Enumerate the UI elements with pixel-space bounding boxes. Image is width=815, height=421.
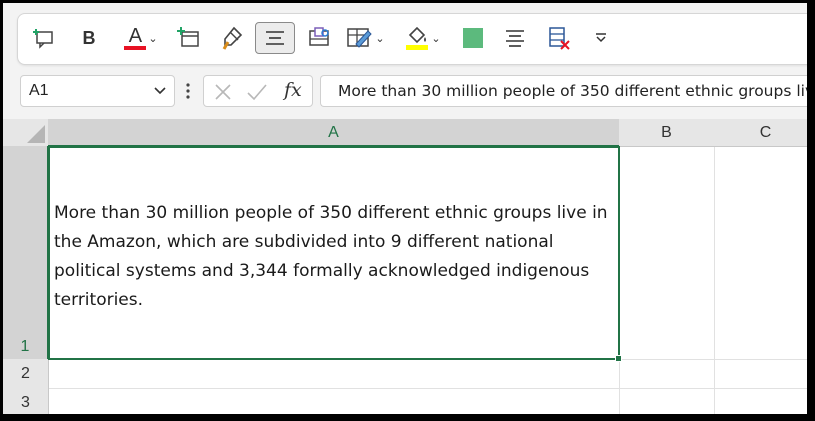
formula-buttons: fx [203, 75, 313, 107]
align-center-icon [266, 31, 284, 45]
insert-comment-icon[interactable] [30, 22, 60, 54]
column-header-c[interactable]: C [714, 119, 807, 147]
more-vertical-icon[interactable] [183, 78, 193, 104]
column-header-b[interactable]: B [619, 119, 715, 147]
font-color-icon: A [124, 26, 147, 50]
ribbon-toolbar: B A ⌄ ⌄ ⌄ [17, 13, 807, 65]
format-table-icon [347, 28, 373, 48]
chevron-down-icon[interactable]: ⌄ [148, 32, 157, 45]
cell-a1[interactable]: More than 30 million people of 350 diffe… [48, 146, 620, 360]
fill-color-button[interactable]: ⌄ [399, 22, 447, 54]
cell-a1-text: More than 30 million people of 350 diffe… [54, 203, 608, 310]
insert-function-icon[interactable]: fx [284, 79, 302, 101]
row-header-1[interactable]: 1 [3, 146, 49, 360]
gridline [49, 388, 807, 389]
excel-window: B A ⌄ ⌄ ⌄ A1 fx More than 30 million peo… [0, 0, 815, 421]
row-header-2[interactable]: 2 [3, 359, 49, 389]
clear-format-icon[interactable] [543, 22, 575, 54]
chevron-down-icon[interactable]: ⌄ [375, 32, 384, 45]
fill-handle[interactable] [615, 355, 622, 362]
format-painter-icon[interactable] [216, 22, 248, 54]
row-header-3[interactable]: 3 [3, 388, 49, 414]
cancel-icon[interactable] [214, 83, 232, 106]
worksheet-grid: A B C 1 2 3 More than 30 million people … [3, 119, 815, 418]
cell-styles-icon[interactable] [303, 22, 335, 54]
column-header-a[interactable]: A [48, 119, 620, 147]
formula-bar[interactable]: More than 30 million people of 350 diffe… [320, 75, 815, 107]
gridline [714, 147, 715, 414]
format-table-button[interactable]: ⌄ [341, 22, 389, 54]
align-icon[interactable] [500, 22, 530, 54]
gridline [49, 417, 815, 418]
formula-bar-value: More than 30 million people of 350 diffe… [338, 82, 815, 100]
bold-button[interactable]: B [76, 22, 102, 54]
font-color-button[interactable]: A ⌄ [118, 22, 164, 54]
select-all-button[interactable] [3, 119, 49, 147]
new-sheet-icon[interactable] [173, 22, 205, 54]
more-options-icon[interactable] [590, 22, 612, 54]
bold-icon: B [82, 27, 96, 48]
align-center-button[interactable] [255, 22, 295, 54]
fill-swatch-icon[interactable] [458, 22, 488, 54]
fill-color-icon [405, 26, 429, 50]
enter-icon[interactable] [246, 83, 268, 106]
chevron-down-icon[interactable] [152, 82, 168, 103]
name-box[interactable]: A1 [20, 75, 175, 107]
name-box-value: A1 [29, 82, 49, 99]
chevron-down-icon[interactable]: ⌄ [431, 32, 440, 45]
